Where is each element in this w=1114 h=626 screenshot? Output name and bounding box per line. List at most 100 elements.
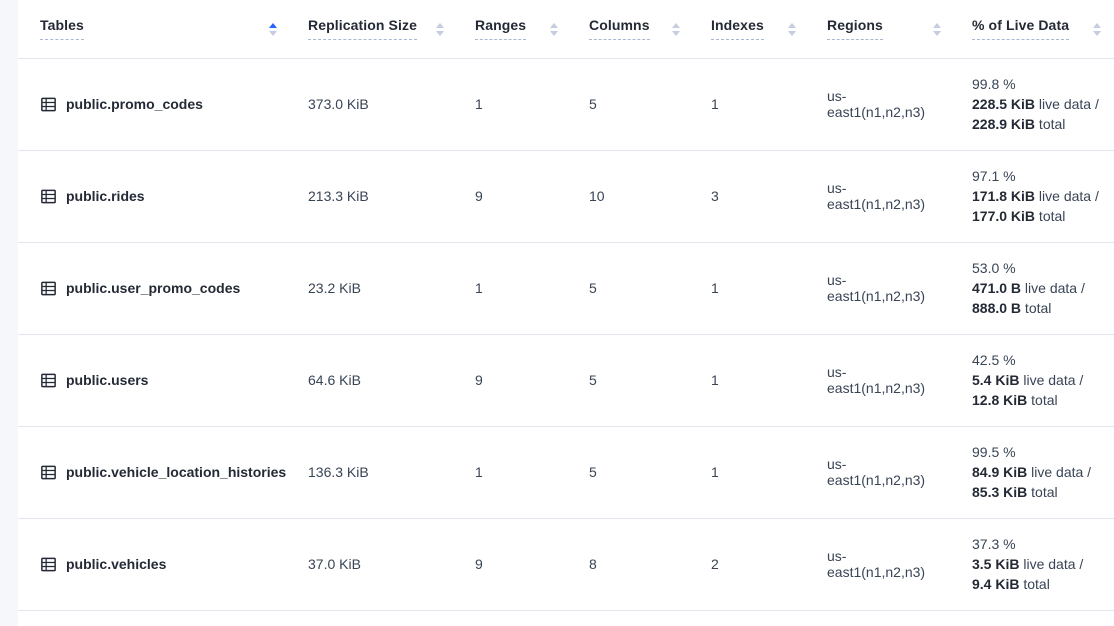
sort-descending-icon[interactable] xyxy=(269,31,277,36)
table-name-cell: public.vehicles xyxy=(18,518,290,610)
regions-cell: us-east1(n1,n2,n3) xyxy=(809,58,954,150)
replication-size-cell: 64.6 KiB xyxy=(290,334,457,426)
sort-ascending-icon[interactable] xyxy=(672,23,680,28)
sort-ascending-icon[interactable] xyxy=(1093,23,1101,28)
sort-descending-icon[interactable] xyxy=(672,31,680,36)
live-data-size-line: 171.8 KiB live data / xyxy=(972,186,1108,206)
live-data-suffix: live data / xyxy=(1035,96,1099,112)
column-header-indexes[interactable]: Indexes xyxy=(693,0,809,58)
sort-descending-icon[interactable] xyxy=(550,31,558,36)
columns-cell: 5 xyxy=(571,58,693,150)
ranges-cell: 1 xyxy=(457,242,571,334)
live-data-percent: 53.0 % xyxy=(972,258,1108,278)
table-name-cell: public.rides xyxy=(18,150,290,242)
indexes-cell: 1 xyxy=(693,426,809,518)
ranges-cell: 9 xyxy=(457,518,571,610)
table-name-cell: public.promo_codes xyxy=(18,58,290,150)
live-data-cell: 99.8 % 228.5 KiB live data / 228.9 KiB t… xyxy=(954,58,1114,150)
columns-cell: 10 xyxy=(571,150,693,242)
live-data-cell: 97.1 % 171.8 KiB live data / 177.0 KiB t… xyxy=(954,150,1114,242)
table-row: public.user_promo_codes 23.2 KiB 1 5 1 u… xyxy=(18,242,1114,334)
total-size: 85.3 KiB xyxy=(972,484,1027,500)
column-header-regions[interactable]: Regions xyxy=(809,0,954,58)
total-suffix: total xyxy=(1035,208,1065,224)
column-header-label[interactable]: Indexes xyxy=(711,17,764,40)
table-row: public.rides 213.3 KiB 9 10 3 us-east1(n… xyxy=(18,150,1114,242)
live-data-size: 5.4 KiB xyxy=(972,372,1019,388)
column-header-label[interactable]: Columns xyxy=(589,17,650,40)
table-name-link[interactable]: public.user_promo_codes xyxy=(66,280,240,296)
sort-arrows-icon[interactable] xyxy=(549,21,559,36)
table-name-link[interactable]: public.vehicle_location_histories xyxy=(66,464,286,480)
total-suffix: total xyxy=(1035,116,1065,132)
sort-arrows-icon[interactable] xyxy=(1092,21,1102,36)
sort-arrows-icon[interactable] xyxy=(787,21,797,36)
table-row: public.vehicles 37.0 KiB 9 8 2 us-east1(… xyxy=(18,518,1114,610)
live-data-suffix: live data / xyxy=(1019,556,1083,572)
total-size-line: 12.8 KiB total xyxy=(972,390,1108,410)
total-suffix: total xyxy=(1021,300,1051,316)
columns-cell: 5 xyxy=(571,334,693,426)
table-name-cell: public.vehicle_location_histories xyxy=(18,426,290,518)
sort-arrows-icon[interactable] xyxy=(435,21,445,36)
column-header-label[interactable]: Tables xyxy=(40,17,84,40)
column-header-columns[interactable]: Columns xyxy=(571,0,693,58)
total-size-line: 9.4 KiB total xyxy=(972,574,1108,594)
live-data-suffix: live data / xyxy=(1027,464,1091,480)
column-header-of-live-data[interactable]: % of Live Data xyxy=(954,0,1114,58)
ranges-cell: 9 xyxy=(457,334,571,426)
sort-arrows-icon[interactable] xyxy=(671,21,681,36)
table-name-link[interactable]: public.vehicles xyxy=(66,556,166,572)
table-icon xyxy=(40,96,57,113)
table-icon xyxy=(40,372,57,389)
sort-ascending-icon[interactable] xyxy=(933,23,941,28)
ranges-cell: 1 xyxy=(457,58,571,150)
sort-ascending-icon[interactable] xyxy=(788,23,796,28)
column-header-replication-size[interactable]: Replication Size xyxy=(290,0,457,58)
regions-cell: us-east1(n1,n2,n3) xyxy=(809,426,954,518)
live-data-suffix: live data / xyxy=(1019,372,1083,388)
table-icon xyxy=(40,280,57,297)
live-data-size: 171.8 KiB xyxy=(972,188,1035,204)
column-header-label[interactable]: Regions xyxy=(827,17,883,40)
live-data-suffix: live data / xyxy=(1035,188,1099,204)
table-header-row: Tables Replication Size Ranges Columns xyxy=(18,0,1114,58)
total-size-line: 888.0 B total xyxy=(972,298,1108,318)
ranges-cell: 1 xyxy=(457,426,571,518)
live-data-cell: 53.0 % 471.0 B live data / 888.0 B total xyxy=(954,242,1114,334)
live-data-cell: 99.5 % 84.9 KiB live data / 85.3 KiB tot… xyxy=(954,426,1114,518)
database-tables-table: Tables Replication Size Ranges Columns xyxy=(18,0,1114,611)
column-header-tables[interactable]: Tables xyxy=(18,0,290,58)
sort-arrows-icon[interactable] xyxy=(268,21,278,36)
regions-cell: us-east1(n1,n2,n3) xyxy=(809,334,954,426)
table-row: public.vehicle_location_histories 136.3 … xyxy=(18,426,1114,518)
table-row: public.promo_codes 373.0 KiB 1 5 1 us-ea… xyxy=(18,58,1114,150)
sort-descending-icon[interactable] xyxy=(1093,31,1101,36)
live-data-size: 228.5 KiB xyxy=(972,96,1035,112)
replication-size-cell: 136.3 KiB xyxy=(290,426,457,518)
live-data-percent: 99.8 % xyxy=(972,74,1108,94)
sort-ascending-icon[interactable] xyxy=(269,23,277,28)
live-data-size-line: 228.5 KiB live data / xyxy=(972,94,1108,114)
live-data-size-line: 5.4 KiB live data / xyxy=(972,370,1108,390)
columns-cell: 5 xyxy=(571,242,693,334)
indexes-cell: 1 xyxy=(693,334,809,426)
table-name-link[interactable]: public.promo_codes xyxy=(66,96,203,112)
column-header-label[interactable]: Replication Size xyxy=(308,17,417,40)
sort-descending-icon[interactable] xyxy=(788,31,796,36)
table-icon xyxy=(40,188,57,205)
live-data-size-line: 84.9 KiB live data / xyxy=(972,462,1108,482)
replication-size-cell: 37.0 KiB xyxy=(290,518,457,610)
column-header-label[interactable]: Ranges xyxy=(475,17,526,40)
sort-descending-icon[interactable] xyxy=(436,31,444,36)
sort-ascending-icon[interactable] xyxy=(550,23,558,28)
table-name-link[interactable]: public.rides xyxy=(66,188,145,204)
table-row: public.users 64.6 KiB 9 5 1 us-east1(n1,… xyxy=(18,334,1114,426)
column-header-label[interactable]: % of Live Data xyxy=(972,17,1069,40)
column-header-ranges[interactable]: Ranges xyxy=(457,0,571,58)
table-name-link[interactable]: public.users xyxy=(66,372,148,388)
sort-arrows-icon[interactable] xyxy=(932,21,942,36)
sort-descending-icon[interactable] xyxy=(933,31,941,36)
sort-ascending-icon[interactable] xyxy=(436,23,444,28)
live-data-percent: 42.5 % xyxy=(972,350,1108,370)
